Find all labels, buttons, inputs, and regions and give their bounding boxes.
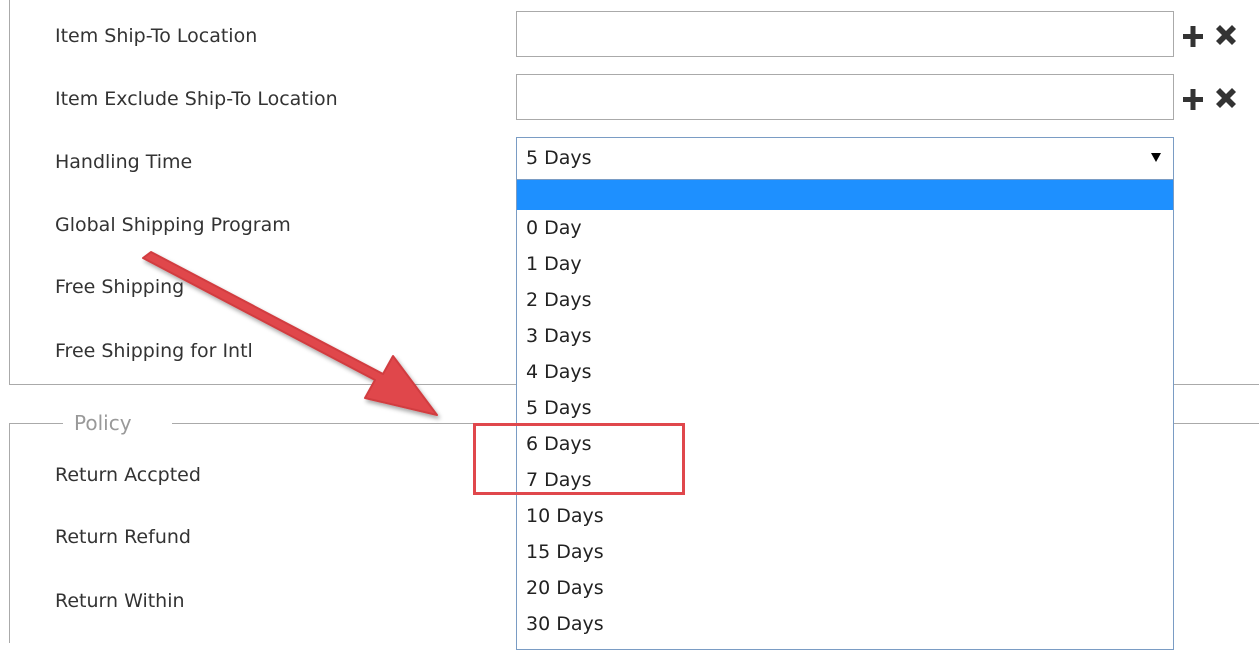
handling-time-selected-value: 5 Days (526, 147, 592, 169)
option-item[interactable]: 30 Days (517, 606, 1173, 642)
policy-legend: Policy (74, 411, 132, 435)
option-item[interactable]: 20 Days (517, 570, 1173, 606)
remove-icon[interactable] (1212, 86, 1240, 114)
return-refund-label: Return Refund (55, 526, 191, 548)
option-item[interactable]: 5 Days (517, 390, 1173, 426)
global-shipping-label: Global Shipping Program (55, 214, 291, 236)
add-icon[interactable] (1181, 86, 1209, 114)
return-within-label: Return Within (55, 590, 185, 612)
annotation-highlight-box (473, 423, 685, 495)
handling-time-label: Handling Time (55, 151, 193, 173)
policy-section-border (9, 423, 63, 424)
option-item[interactable]: 0 Day (517, 210, 1173, 246)
annotation-arrow-icon (142, 251, 438, 416)
item-ship-to-input[interactable] (516, 11, 1174, 57)
option-item[interactable] (517, 180, 1173, 210)
return-accepted-label: Return Accpted (55, 464, 201, 486)
item-exclude-ship-to-input[interactable] (516, 74, 1174, 120)
add-icon[interactable] (1181, 23, 1209, 51)
item-ship-to-label: Item Ship-To Location (55, 25, 258, 47)
option-item[interactable]: 2 Days (517, 282, 1173, 318)
handling-time-options-list[interactable]: 0 Day 1 Day 2 Days 3 Days 4 Days 5 Days … (516, 180, 1174, 650)
dropdown-arrow-icon[interactable] (1151, 153, 1161, 162)
option-item[interactable]: 10 Days (517, 498, 1173, 534)
item-exclude-ship-to-label: Item Exclude Ship-To Location (55, 88, 338, 110)
option-item[interactable]: 4 Days (517, 354, 1173, 390)
option-item[interactable]: 15 Days (517, 534, 1173, 570)
remove-icon[interactable] (1212, 23, 1240, 51)
option-item[interactable]: 1 Day (517, 246, 1173, 282)
handling-time-select[interactable]: 5 Days (516, 137, 1174, 180)
policy-section-border (9, 423, 10, 643)
option-item[interactable]: 3 Days (517, 318, 1173, 354)
